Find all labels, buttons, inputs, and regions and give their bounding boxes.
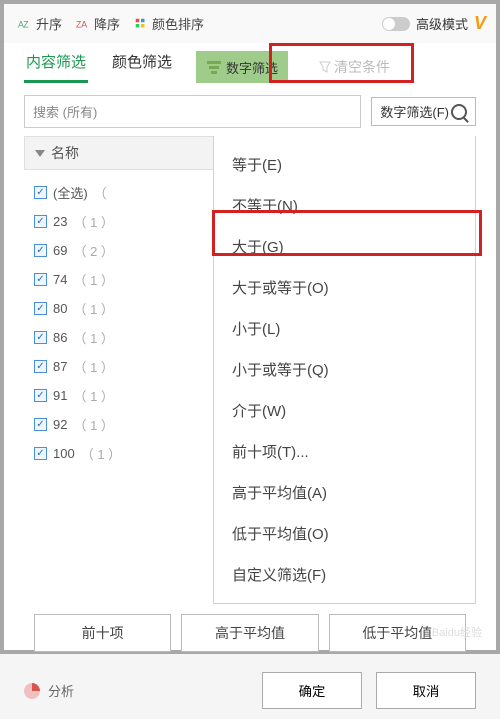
checkbox-icon[interactable]: ✓ (34, 360, 47, 373)
checkbox-icon[interactable]: ✓ (34, 244, 47, 257)
search-input[interactable]: 搜索 (所有) (24, 95, 361, 128)
color-sort-button[interactable]: 颜色排序 (130, 12, 208, 35)
advanced-label: 高级模式 (416, 14, 468, 33)
tab-color-filter[interactable]: 颜色筛选 (110, 51, 174, 83)
list-item[interactable]: ✓74（ 1 ） (30, 265, 208, 294)
checkbox-icon[interactable]: ✓ (34, 418, 47, 431)
clear-icon (318, 60, 332, 74)
left-column: 名称 ✓(全选)（ ✓23（ 1 ） ✓69（ 2 ） ✓74（ 1 ） ✓80… (24, 136, 214, 604)
sort-desc-button[interactable]: ZA 降序 (72, 12, 124, 35)
checkbox-icon[interactable]: ✓ (34, 273, 47, 286)
sort-asc-icon: AZ (18, 17, 32, 31)
list-item[interactable]: ✓86（ 1 ） (30, 323, 208, 352)
menu-not-equals[interactable]: 不等于(N) (214, 185, 475, 226)
list-item[interactable]: ✓80（ 1 ） (30, 294, 208, 323)
clear-conditions-button[interactable]: 清空条件 (310, 51, 390, 83)
tab-number-label: 数字筛选 (226, 58, 278, 77)
cancel-button[interactable]: 取消 (376, 672, 476, 709)
color-sort-label: 颜色排序 (152, 14, 204, 33)
dropdown-icon (35, 150, 45, 157)
list-item[interactable]: ✓(全选)（ (30, 178, 208, 207)
menu-equals[interactable]: 等于(E) (214, 144, 475, 185)
list-item[interactable]: ✓87（ 1 ） (30, 352, 208, 381)
list-item[interactable]: ✓91（ 1 ） (30, 381, 208, 410)
list-item[interactable]: ✓100（ 1 ） (30, 439, 208, 468)
name-column-header[interactable]: 名称 (24, 136, 214, 170)
body-area: 名称 ✓(全选)（ ✓23（ 1 ） ✓69（ 2 ） ✓74（ 1 ） ✓80… (4, 136, 496, 604)
v-logo-icon: V (474, 13, 486, 34)
list-item[interactable]: ✓23（ 1 ） (30, 207, 208, 236)
search-icon (451, 104, 467, 120)
svg-text:A: A (81, 19, 87, 29)
menu-less-than[interactable]: 小于(L) (214, 308, 475, 349)
sort-desc-label: 降序 (94, 14, 120, 33)
menu-custom[interactable]: 自定义筛选(F) (214, 554, 475, 595)
menu-top10[interactable]: 前十项(T)... (214, 431, 475, 472)
checkbox-icon[interactable]: ✓ (34, 331, 47, 344)
menu-less-equal[interactable]: 小于或等于(Q) (214, 349, 475, 390)
menu-between[interactable]: 介于(W) (214, 390, 475, 431)
menu-greater-equal[interactable]: 大于或等于(O) (214, 267, 475, 308)
sort-asc-label: 升序 (36, 14, 62, 33)
list-item[interactable]: ✓92（ 1 ） (30, 410, 208, 439)
svg-text:Z: Z (23, 19, 29, 29)
name-header-label: 名称 (51, 143, 79, 163)
checkbox-icon[interactable]: ✓ (34, 215, 47, 228)
ok-button[interactable]: 确定 (262, 672, 362, 709)
checkbox-icon[interactable]: ✓ (34, 302, 47, 315)
filter-panel: AZ 升序 ZA 降序 颜色排序 高级模式 V 内容筛选 颜色筛选 数字筛选 清… (0, 0, 500, 654)
number-filter-icon (206, 60, 222, 74)
number-filter-btn-label: 数字筛选(F) (380, 102, 449, 121)
value-list: ✓(全选)（ ✓23（ 1 ） ✓69（ 2 ） ✓74（ 1 ） ✓80（ 1… (24, 170, 214, 476)
checkbox-icon[interactable]: ✓ (34, 186, 47, 199)
top10-button[interactable]: 前十项 (34, 614, 171, 652)
quick-filter-buttons: 前十项 高于平均值 低于平均值 (4, 604, 496, 662)
color-sort-icon (134, 17, 148, 31)
menu-above-avg[interactable]: 高于平均值(A) (214, 472, 475, 513)
tab-content-filter[interactable]: 内容筛选 (24, 51, 88, 83)
checkbox-icon[interactable]: ✓ (34, 447, 47, 460)
sort-asc-button[interactable]: AZ 升序 (14, 12, 66, 35)
tab-number-filter[interactable]: 数字筛选 (196, 51, 288, 83)
pie-chart-icon (24, 683, 40, 699)
below-avg-button[interactable]: 低于平均值 (329, 614, 466, 652)
advanced-toggle[interactable] (382, 17, 410, 31)
menu-below-avg[interactable]: 低于平均值(O) (214, 513, 475, 554)
sort-desc-icon: ZA (76, 17, 90, 31)
search-row: 搜索 (所有) 数字筛选(F) (4, 83, 496, 136)
above-avg-button[interactable]: 高于平均值 (181, 614, 318, 652)
list-item[interactable]: ✓69（ 2 ） (30, 236, 208, 265)
number-filter-menu: 等于(E) 不等于(N) 大于(G) 大于或等于(O) 小于(L) 小于或等于(… (213, 136, 476, 604)
filter-tabs: 内容筛选 颜色筛选 数字筛选 清空条件 (4, 43, 496, 83)
menu-greater-than[interactable]: 大于(G) (214, 226, 475, 267)
clear-label: 清空条件 (334, 57, 390, 77)
checkbox-icon[interactable]: ✓ (34, 389, 47, 402)
analysis-button[interactable]: 分析 (48, 681, 74, 700)
footer: 分析 确定 取消 (4, 662, 496, 719)
number-filter-dropdown[interactable]: 数字筛选(F) (371, 97, 476, 126)
toolbar: AZ 升序 ZA 降序 颜色排序 高级模式 V (4, 4, 496, 43)
